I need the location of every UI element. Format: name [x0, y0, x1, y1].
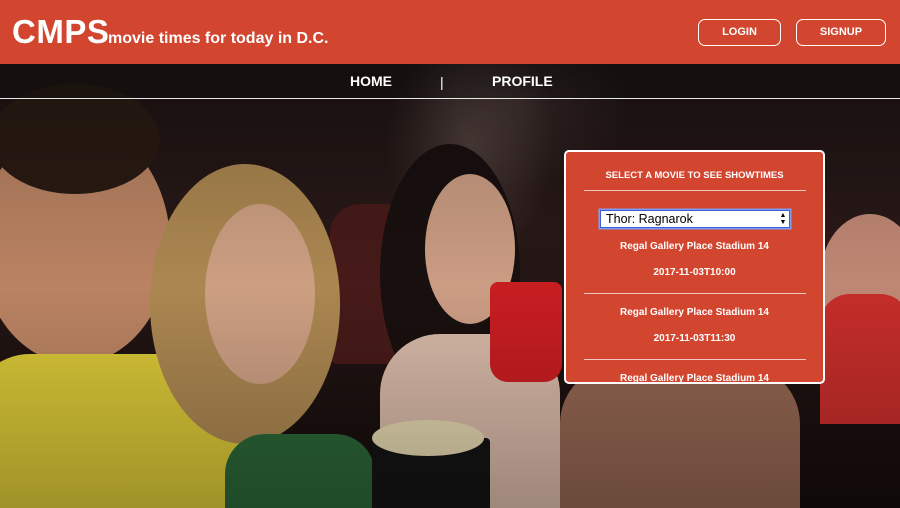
nav-home-link[interactable]: HOME: [350, 73, 392, 89]
movie-select-value: Thor: Ragnarok: [606, 212, 693, 226]
panel-title: SELECT A MOVIE TO SEE SHOWTIMES: [605, 170, 784, 181]
divider: [584, 293, 806, 294]
site-tagline: movie times for today in D.C.: [108, 30, 329, 47]
showtime-time: 2017-11-03T11:30: [653, 333, 736, 344]
showtime-theater: Regal Gallery Place Stadium 14: [620, 373, 769, 384]
showtime-theater: Regal Gallery Place Stadium 14: [620, 241, 769, 252]
signup-button[interactable]: SIGNUP: [796, 19, 886, 46]
site-logo[interactable]: CMPS: [12, 14, 109, 50]
divider: [584, 359, 806, 360]
showtime-theater: Regal Gallery Place Stadium 14: [620, 307, 769, 318]
divider: [584, 190, 806, 191]
nav-profile-link[interactable]: PROFILE: [492, 73, 553, 89]
showtimes-panel[interactable]: SELECT A MOVIE TO SEE SHOWTIMES Thor: Ra…: [564, 150, 825, 384]
site-header: CMPS movie times for today in D.C. LOGIN…: [0, 0, 900, 64]
select-arrows-icon: ▲ ▼: [779, 212, 787, 226]
main-nav: HOME | PROFILE: [0, 64, 900, 99]
movie-select[interactable]: Thor: Ragnarok ▲ ▼: [600, 210, 790, 228]
nav-separator: |: [440, 74, 444, 90]
showtime-time: 2017-11-03T10:00: [653, 267, 736, 278]
login-button[interactable]: LOGIN: [698, 19, 781, 46]
